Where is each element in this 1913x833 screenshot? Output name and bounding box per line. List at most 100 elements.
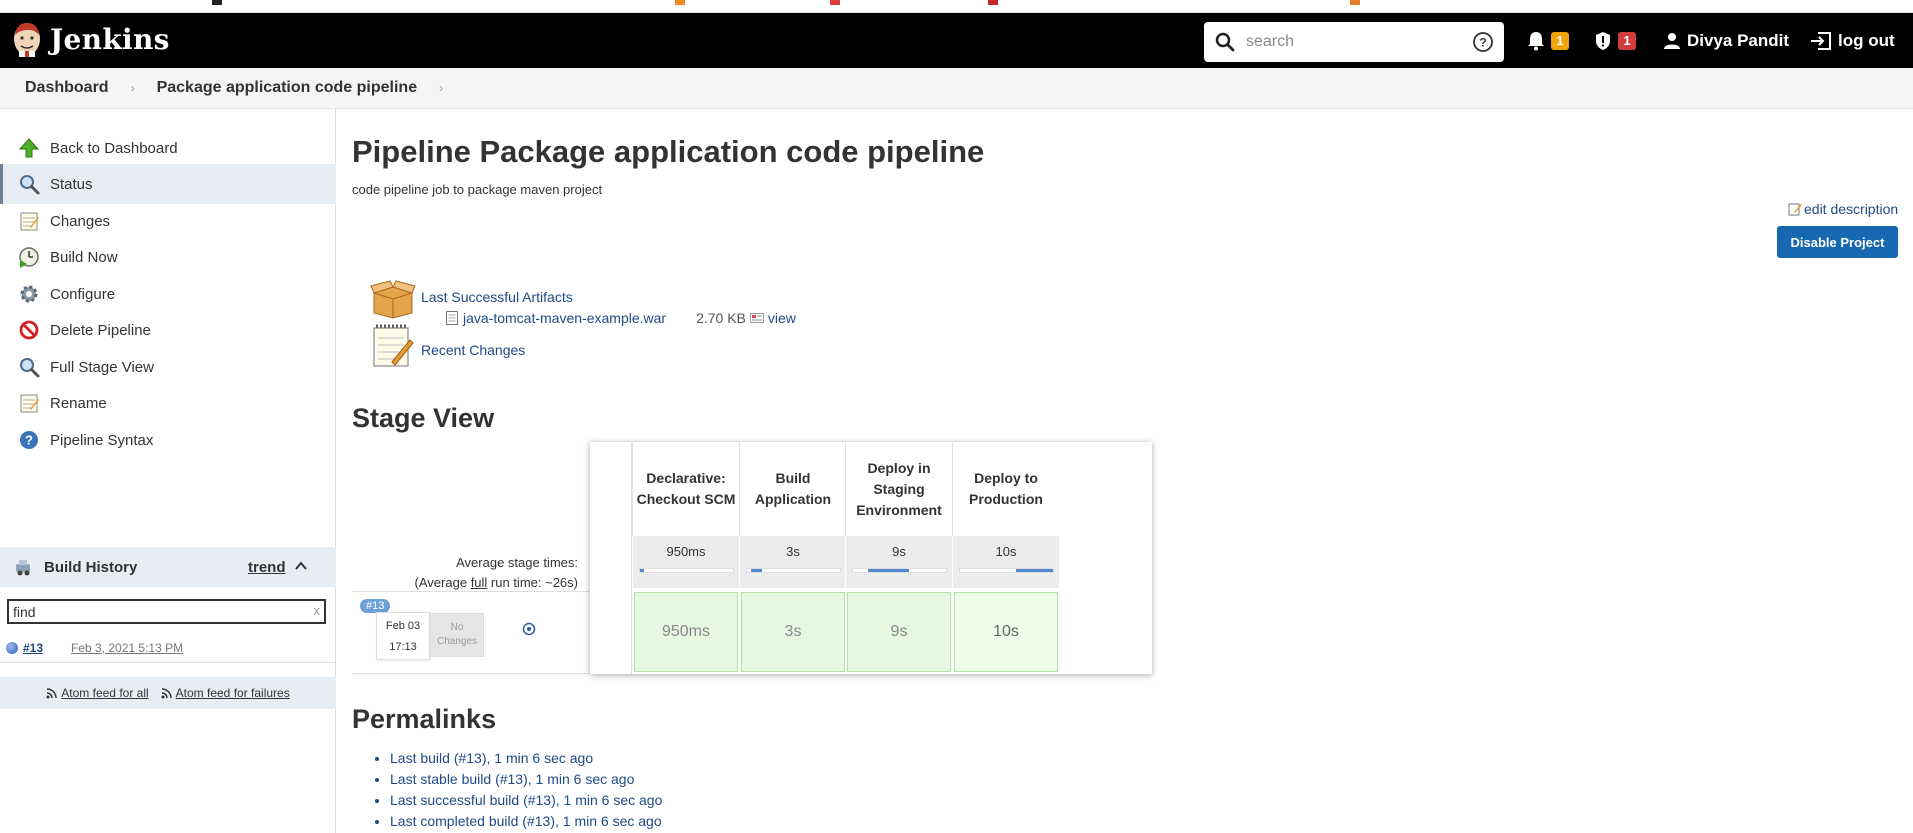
permalink-item: Last successful build (#13), 1 min 6 sec…	[390, 792, 662, 813]
task-label: Back to Dashboard	[50, 139, 178, 157]
edit-description-link[interactable]: edit description	[1788, 201, 1898, 217]
task-back-to-dashboard[interactable]: Back to Dashboard	[0, 128, 336, 168]
artifact-file-size: 2.70 KB	[696, 310, 746, 326]
view-label: view	[767, 310, 796, 326]
full-run-link[interactable]: full	[471, 575, 488, 590]
security-button[interactable]: 1	[1594, 31, 1636, 51]
search-icon	[1215, 32, 1235, 52]
artifact-view-link[interactable]: view	[749, 310, 796, 326]
notepad-icon	[373, 324, 414, 367]
no-changes-line1: No	[450, 622, 464, 633]
job-description: code pipeline job to package maven proje…	[352, 182, 603, 197]
artifact-file-link[interactable]: java-tomcat-maven-example.war	[463, 310, 666, 326]
build-tag[interactable]: #13	[360, 599, 391, 613]
bookmark-fragment	[212, 0, 222, 5]
permalink-last-stable-build[interactable]: Last stable build (#13), 1 min 6 sec ago	[390, 771, 634, 787]
search-input[interactable]	[1246, 30, 1446, 54]
build-filter: x	[7, 599, 326, 624]
permalink-item: Last completed build (#13), 1 min 6 sec …	[390, 813, 662, 833]
file-icon	[446, 311, 458, 325]
task-status[interactable]: Status	[0, 164, 336, 204]
stage-grid-gutter	[590, 442, 632, 674]
stage-name-line: Environment	[856, 501, 942, 518]
stage-header: Deploy in Staging Environment	[845, 442, 952, 536]
stage-average: 950ms	[632, 536, 739, 588]
stage-run-cell[interactable]: 9s	[847, 592, 951, 672]
user-menu[interactable]: Divya Pandit	[1663, 31, 1789, 51]
permalink-last-completed-build[interactable]: Last completed build (#13), 1 min 6 sec …	[390, 813, 662, 829]
breadcrumb-pipeline[interactable]: Package application code pipeline	[157, 79, 418, 97]
stage-name: Deploy in Staging Environment	[856, 458, 942, 521]
stage-progress-bar	[852, 568, 947, 573]
trend-link[interactable]: trend	[248, 559, 286, 576]
stage-run-time: 950ms	[661, 623, 711, 640]
stage-view-title: Stage View	[352, 403, 495, 433]
atom-feed-failures-link[interactable]: Atom feed for failures	[161, 686, 290, 700]
stage-header: Build Application	[739, 442, 846, 536]
task-full-stage-view[interactable]: Full Stage View	[0, 347, 336, 387]
logout-icon	[1811, 32, 1831, 50]
build-date-link[interactable]: Feb 3, 2021 5:13 PM	[71, 641, 183, 655]
task-label: Delete Pipeline	[50, 321, 151, 339]
stage-header: Declarative: Checkout SCM	[632, 442, 739, 536]
build-number-link[interactable]: #13	[23, 641, 43, 655]
notifications-button[interactable]: 1	[1527, 31, 1569, 51]
breadcrumb: Dashboard › Package application code pip…	[0, 68, 1913, 109]
task-build-now[interactable]: Build Now	[0, 237, 336, 277]
build-filter-input[interactable]	[9, 601, 299, 622]
task-rename[interactable]: Rename	[0, 383, 336, 423]
task-pipeline-syntax[interactable]: ? Pipeline Syntax	[0, 420, 336, 460]
shield-icon	[1596, 32, 1610, 50]
stage-progress-bar	[959, 568, 1054, 573]
stage-average: 3s	[739, 536, 846, 588]
atom-feed-all-link[interactable]: Atom feed for all	[46, 686, 149, 700]
stage-header: Deploy to Production	[952, 442, 1059, 536]
task-label: Configure	[50, 285, 116, 303]
stage-average-time: 9s	[892, 544, 906, 559]
clock-play-icon	[19, 247, 39, 268]
jenkins-home-link[interactable]: Jenkins	[12, 21, 170, 57]
stage-run-cell[interactable]: 3s	[741, 592, 845, 672]
stage-progress-fill	[868, 569, 909, 572]
search-icon	[20, 358, 40, 378]
chevron-right-icon[interactable]: ›	[439, 81, 443, 95]
stage-run-cell[interactable]: 950ms	[634, 592, 738, 672]
page-header: Jenkins ? 1 1 Divya Pandit	[0, 13, 1913, 68]
task-configure[interactable]: Configure	[0, 274, 336, 314]
stage-progress-fill	[751, 569, 762, 572]
chevron-right-icon[interactable]: ›	[131, 81, 135, 95]
up-arrow-icon	[18, 138, 40, 158]
stage-name: Deploy to Production	[969, 468, 1043, 510]
build-history-icon	[16, 560, 30, 576]
feed-label: Atom feed for all	[61, 686, 149, 700]
permalinks-title: Permalinks	[352, 704, 497, 734]
user-icon	[1664, 33, 1680, 49]
permalink-last-build[interactable]: Last build (#13), 1 min 6 sec ago	[390, 750, 593, 766]
disable-project-button[interactable]: Disable Project	[1777, 226, 1898, 258]
avg-run-suffix: run time: ~26s)	[487, 575, 578, 590]
task-changes[interactable]: Changes	[0, 201, 336, 241]
chevron-up-icon[interactable]	[294, 559, 308, 573]
logout-button[interactable]: log out	[1810, 31, 1895, 51]
recent-changes-link[interactable]: Recent Changes	[421, 342, 525, 358]
stage-run-cell[interactable]: 10s	[954, 592, 1058, 672]
stage-run-time: 10s	[993, 623, 1019, 640]
permalink-last-successful-build[interactable]: Last successful build (#13), 1 min 6 sec…	[390, 792, 662, 808]
stage-average: 10s	[952, 536, 1059, 588]
task-delete-pipeline[interactable]: Delete Pipeline	[0, 310, 336, 350]
help-icon[interactable]: ?	[1472, 31, 1494, 53]
permalink-item: Last stable build (#13), 1 min 6 sec ago	[390, 771, 662, 792]
build-date-card: Feb 03 17:13	[376, 612, 430, 660]
stage-name-line: Application	[754, 491, 832, 507]
breadcrumb-dashboard[interactable]: Dashboard	[25, 79, 109, 97]
notifications-badge: 1	[1551, 32, 1569, 50]
logout-label: log out	[1838, 31, 1895, 50]
last-successful-artifacts-link[interactable]: Last Successful Artifacts	[421, 289, 573, 305]
stage-average-time: 3s	[786, 544, 800, 559]
stage-run-time: 3s	[784, 623, 802, 640]
clear-filter-icon[interactable]: x	[314, 603, 321, 618]
build-info-icon[interactable]	[522, 622, 536, 636]
brand-name: Jenkins	[50, 22, 170, 56]
task-label: Changes	[50, 212, 111, 230]
stage-name-line: Deploy in	[867, 459, 931, 476]
